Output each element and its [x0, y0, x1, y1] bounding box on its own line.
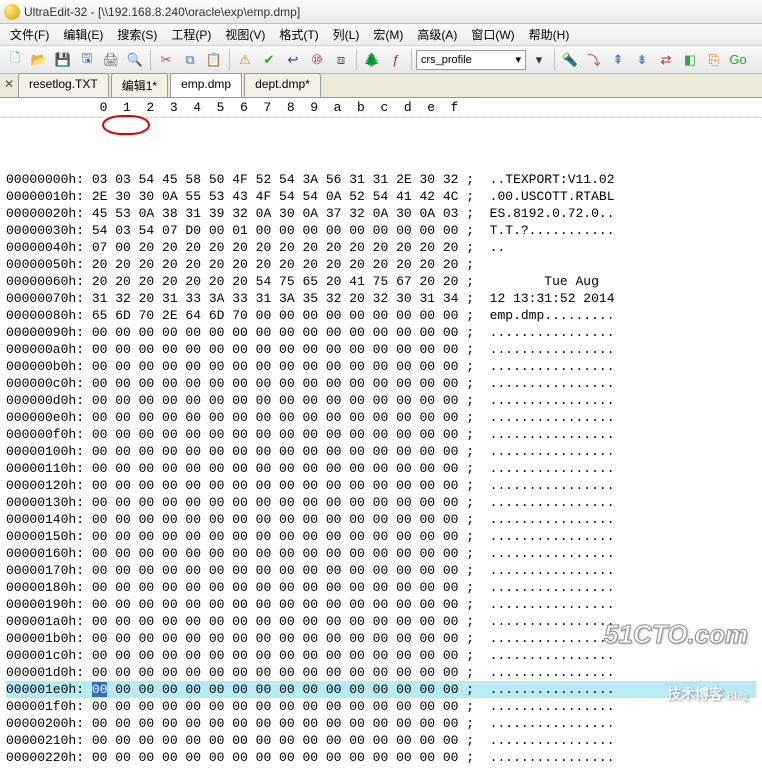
hex-row[interactable]: 00000100h: 00 00 00 00 00 00 00 00 00 00…	[6, 443, 756, 460]
hex-row[interactable]: 000000b0h: 00 00 00 00 00 00 00 00 00 00…	[6, 358, 756, 375]
menu-item[interactable]: 宏(M)	[367, 24, 409, 45]
hex-row[interactable]: 00000000h: 03 03 54 45 58 50 4F 52 54 3A…	[6, 171, 756, 188]
separator	[411, 50, 412, 70]
chevron-down-icon: ▾	[515, 53, 521, 66]
app-icon	[4, 4, 20, 20]
title-bar: UltraEdit-32 - [\\192.168.8.240\oracle\e…	[0, 0, 762, 24]
hex-row[interactable]: 000001e0h: 00 00 00 00 00 00 00 00 00 00…	[6, 681, 756, 698]
saveall-icon[interactable]: 🖫	[76, 49, 98, 71]
hex-row[interactable]: 00000090h: 00 00 00 00 00 00 00 00 00 00…	[6, 324, 756, 341]
cut-icon[interactable]: ✂	[155, 49, 177, 71]
hex-row[interactable]: 00000210h: 00 00 00 00 00 00 00 00 00 00…	[6, 732, 756, 749]
separator	[356, 50, 357, 70]
menu-item[interactable]: 窗口(W)	[465, 24, 520, 45]
wrap-icon[interactable]: ↩	[282, 49, 304, 71]
arrows-icon[interactable]: ⇄	[655, 49, 677, 71]
hex-row[interactable]: 00000190h: 00 00 00 00 00 00 00 00 00 00…	[6, 596, 756, 613]
find-icon[interactable]: 🔦	[559, 49, 581, 71]
hex-row[interactable]: 000001a0h: 00 00 00 00 00 00 00 00 00 00…	[6, 613, 756, 630]
hex-row[interactable]: 00000220h: 00 00 00 00 00 00 00 00 00 00…	[6, 749, 756, 766]
close-panel-icon[interactable]: ✕	[2, 77, 16, 91]
link-icon[interactable]: ⎘	[703, 49, 725, 71]
menu-item[interactable]: 搜索(S)	[111, 24, 163, 45]
hex-row[interactable]: 00000050h: 20 20 20 20 20 20 20 20 20 20…	[6, 256, 756, 273]
menu-item[interactable]: 视图(V)	[219, 24, 271, 45]
preview-icon[interactable]: 🔍	[124, 49, 146, 71]
hex-row[interactable]: 000000a0h: 00 00 00 00 00 00 00 00 00 00…	[6, 341, 756, 358]
copy-icon[interactable]: ⧉	[179, 49, 201, 71]
file-tab[interactable]: emp.dmp	[170, 73, 242, 97]
tree-icon[interactable]: 🌲	[361, 49, 383, 71]
hex-row[interactable]: 000001b0h: 00 00 00 00 00 00 00 00 00 00…	[6, 630, 756, 647]
hex-row[interactable]: 000000e0h: 00 00 00 00 00 00 00 00 00 00…	[6, 409, 756, 426]
open-icon[interactable]: 📂	[28, 49, 50, 71]
toolbar: 🗋📂💾🖫🖨🔍 ✂⧉📋 ⚠✔↩⑩⧈ 🌲ƒ crs_profile▾▾ 🔦⤵⇞⇟⇄◧⎘Go	[0, 46, 762, 74]
paste-icon[interactable]: 📋	[203, 49, 225, 71]
go-icon[interactable]: Go	[727, 49, 749, 71]
hex-row[interactable]: 00000150h: 00 00 00 00 00 00 00 00 00 00…	[6, 528, 756, 545]
menu-item[interactable]: 编辑(E)	[57, 24, 109, 45]
hex-row[interactable]: 00000070h: 31 32 20 31 33 3A 33 31 3A 35…	[6, 290, 756, 307]
hex-row[interactable]: 00000010h: 2E 30 30 0A 55 53 43 4F 54 54…	[6, 188, 756, 205]
window-title: UltraEdit-32 - [\\192.168.8.240\oracle\e…	[24, 5, 300, 19]
hex-row[interactable]: 00000080h: 65 6D 70 2E 64 6D 70 00 00 00…	[6, 307, 756, 324]
new-icon[interactable]: 🗋	[4, 49, 26, 71]
marker-icon[interactable]: ◧	[679, 49, 701, 71]
menu-item[interactable]: 高级(A)	[411, 24, 463, 45]
alert-icon[interactable]: ⚠	[234, 49, 256, 71]
menu-item[interactable]: 文件(F)	[4, 24, 55, 45]
findnext-icon[interactable]: ⤵	[583, 49, 605, 71]
file-tab[interactable]: dept.dmp*	[244, 73, 321, 97]
menu-item[interactable]: 格式(T)	[273, 24, 324, 45]
dropdown-icon[interactable]: ▾	[528, 49, 550, 71]
hex-row[interactable]: 000000c0h: 00 00 00 00 00 00 00 00 00 00…	[6, 375, 756, 392]
hex-row[interactable]: 00000130h: 00 00 00 00 00 00 00 00 00 00…	[6, 494, 756, 511]
file-tab[interactable]: resetlog.TXT	[18, 73, 109, 97]
hex-icon[interactable]: ⑩	[306, 49, 328, 71]
hex-row[interactable]: 00000110h: 00 00 00 00 00 00 00 00 00 00…	[6, 460, 756, 477]
hex-row[interactable]: 00000040h: 07 00 20 20 20 20 20 20 20 20…	[6, 239, 756, 256]
menu-item[interactable]: 工程(P)	[165, 24, 217, 45]
hex-row[interactable]: 000001c0h: 00 00 00 00 00 00 00 00 00 00…	[6, 647, 756, 664]
hex-row[interactable]: 000001d0h: 00 00 00 00 00 00 00 00 00 00…	[6, 664, 756, 681]
func-icon[interactable]: ƒ	[385, 49, 407, 71]
hex-row[interactable]: 00000160h: 00 00 00 00 00 00 00 00 00 00…	[6, 545, 756, 562]
hex-row[interactable]: 00000180h: 00 00 00 00 00 00 00 00 00 00…	[6, 579, 756, 596]
separator	[229, 50, 230, 70]
hex-row[interactable]: 00000120h: 00 00 00 00 00 00 00 00 00 00…	[6, 477, 756, 494]
hex-row[interactable]: 000001f0h: 00 00 00 00 00 00 00 00 00 00…	[6, 698, 756, 715]
save-icon[interactable]: 💾	[52, 49, 74, 71]
check-icon[interactable]: ✔	[258, 49, 280, 71]
bookmark-dn-icon[interactable]: ⇟	[631, 49, 653, 71]
separator	[150, 50, 151, 70]
hex-row[interactable]: 00000060h: 20 20 20 20 20 20 20 54 75 65…	[6, 273, 756, 290]
bookmark-up-icon[interactable]: ⇞	[607, 49, 629, 71]
hex-view[interactable]: 51CTO.com 技术博客 Blog 00000000h: 03 03 54 …	[0, 118, 762, 768]
hex-row[interactable]: 00000170h: 00 00 00 00 00 00 00 00 00 00…	[6, 562, 756, 579]
tab-strip: ✕ resetlog.TXT编辑1*emp.dmpdept.dmp*	[0, 74, 762, 98]
menu-item[interactable]: 列(L)	[327, 24, 366, 45]
separator	[554, 50, 555, 70]
hex-row[interactable]: 00000200h: 00 00 00 00 00 00 00 00 00 00…	[6, 715, 756, 732]
menu-bar: 文件(F)编辑(E)搜索(S)工程(P)视图(V)格式(T)列(L)宏(M)高级…	[0, 24, 762, 46]
hex-row[interactable]: 00000140h: 00 00 00 00 00 00 00 00 00 00…	[6, 511, 756, 528]
print-icon[interactable]: 🖨	[100, 49, 122, 71]
annotation-circle	[102, 115, 150, 135]
menu-item[interactable]: 帮助(H)	[523, 24, 576, 45]
hex-row[interactable]: 000000f0h: 00 00 00 00 00 00 00 00 00 00…	[6, 426, 756, 443]
hex-row[interactable]: 00000020h: 45 53 0A 38 31 39 32 0A 30 0A…	[6, 205, 756, 222]
hex-row[interactable]: 00000030h: 54 03 54 07 D0 00 01 00 00 00…	[6, 222, 756, 239]
file-tab[interactable]: 编辑1*	[111, 73, 168, 97]
hex-row[interactable]: 000000d0h: 00 00 00 00 00 00 00 00 00 00…	[6, 392, 756, 409]
profile-combo[interactable]: crs_profile▾	[416, 50, 526, 70]
hex-column-header: 0 1 2 3 4 5 6 7 8 9 a b c d e f	[0, 98, 762, 118]
bin-icon[interactable]: ⧈	[330, 49, 352, 71]
